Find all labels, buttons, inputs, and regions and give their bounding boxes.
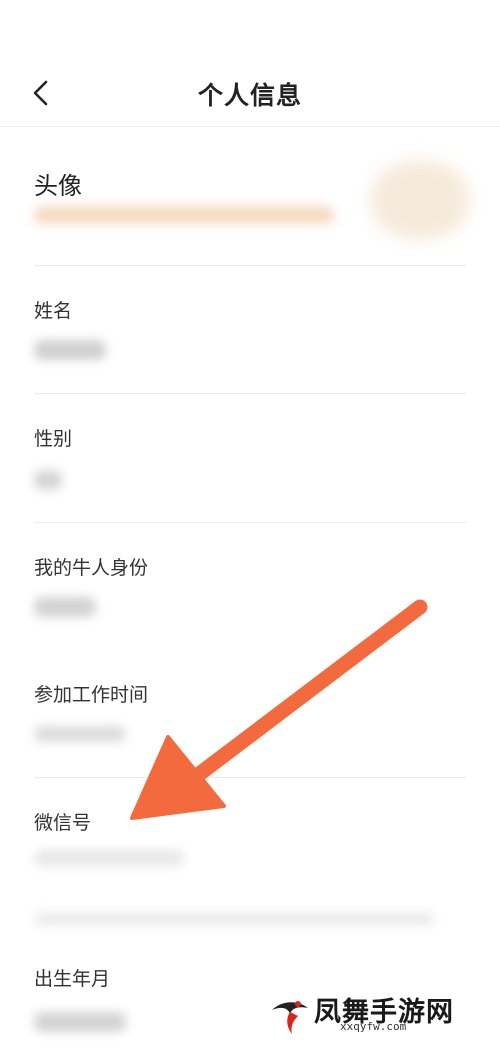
- watermark-url: xxqyfw.com: [340, 1020, 407, 1033]
- annotation-arrow: [130, 599, 428, 820]
- watermark: 凤舞手游网 xxqyfw.com: [268, 990, 478, 1038]
- phoenix-logo-icon: [272, 1001, 308, 1034]
